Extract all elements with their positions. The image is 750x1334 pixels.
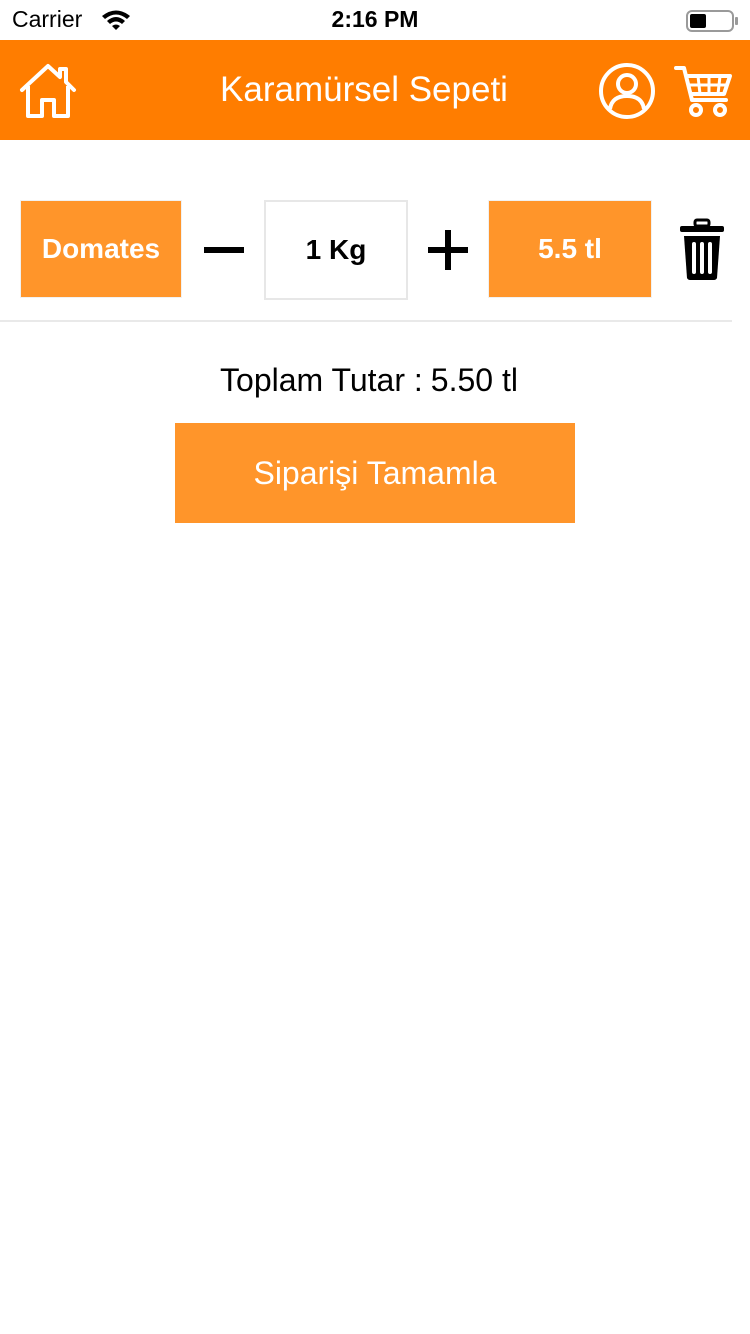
status-bar: Carrier 2:16 PM [0,0,750,40]
quantity-field[interactable]: 1 Kg [264,200,408,300]
app-header: Karamürsel Sepeti [0,40,750,140]
cart-item-row: Domates 1 Kg 5.5 tl [0,200,750,300]
plus-icon [428,230,468,270]
item-price: 5.5 tl [488,200,652,298]
battery-icon [686,10,738,32]
user-icon [599,63,655,119]
delete-item-button[interactable] [678,218,726,282]
minus-icon [204,247,244,253]
profile-button[interactable] [598,62,656,120]
increase-quantity-button[interactable] [426,220,470,280]
total-amount: Toplam Tutar :5.50 tl [0,362,738,399]
decrease-quantity-button[interactable] [202,220,246,280]
cart-button[interactable] [674,62,734,118]
divider [0,320,732,322]
trash-icon [680,218,724,280]
complete-order-button[interactable]: Siparişi Tamamla [175,423,575,523]
total-value: 5.50 tl [430,362,518,398]
product-name: Domates [20,200,182,298]
status-time: 2:16 PM [331,6,419,32]
cart-icon [674,66,732,117]
total-label: Toplam Tutar : [220,362,423,398]
